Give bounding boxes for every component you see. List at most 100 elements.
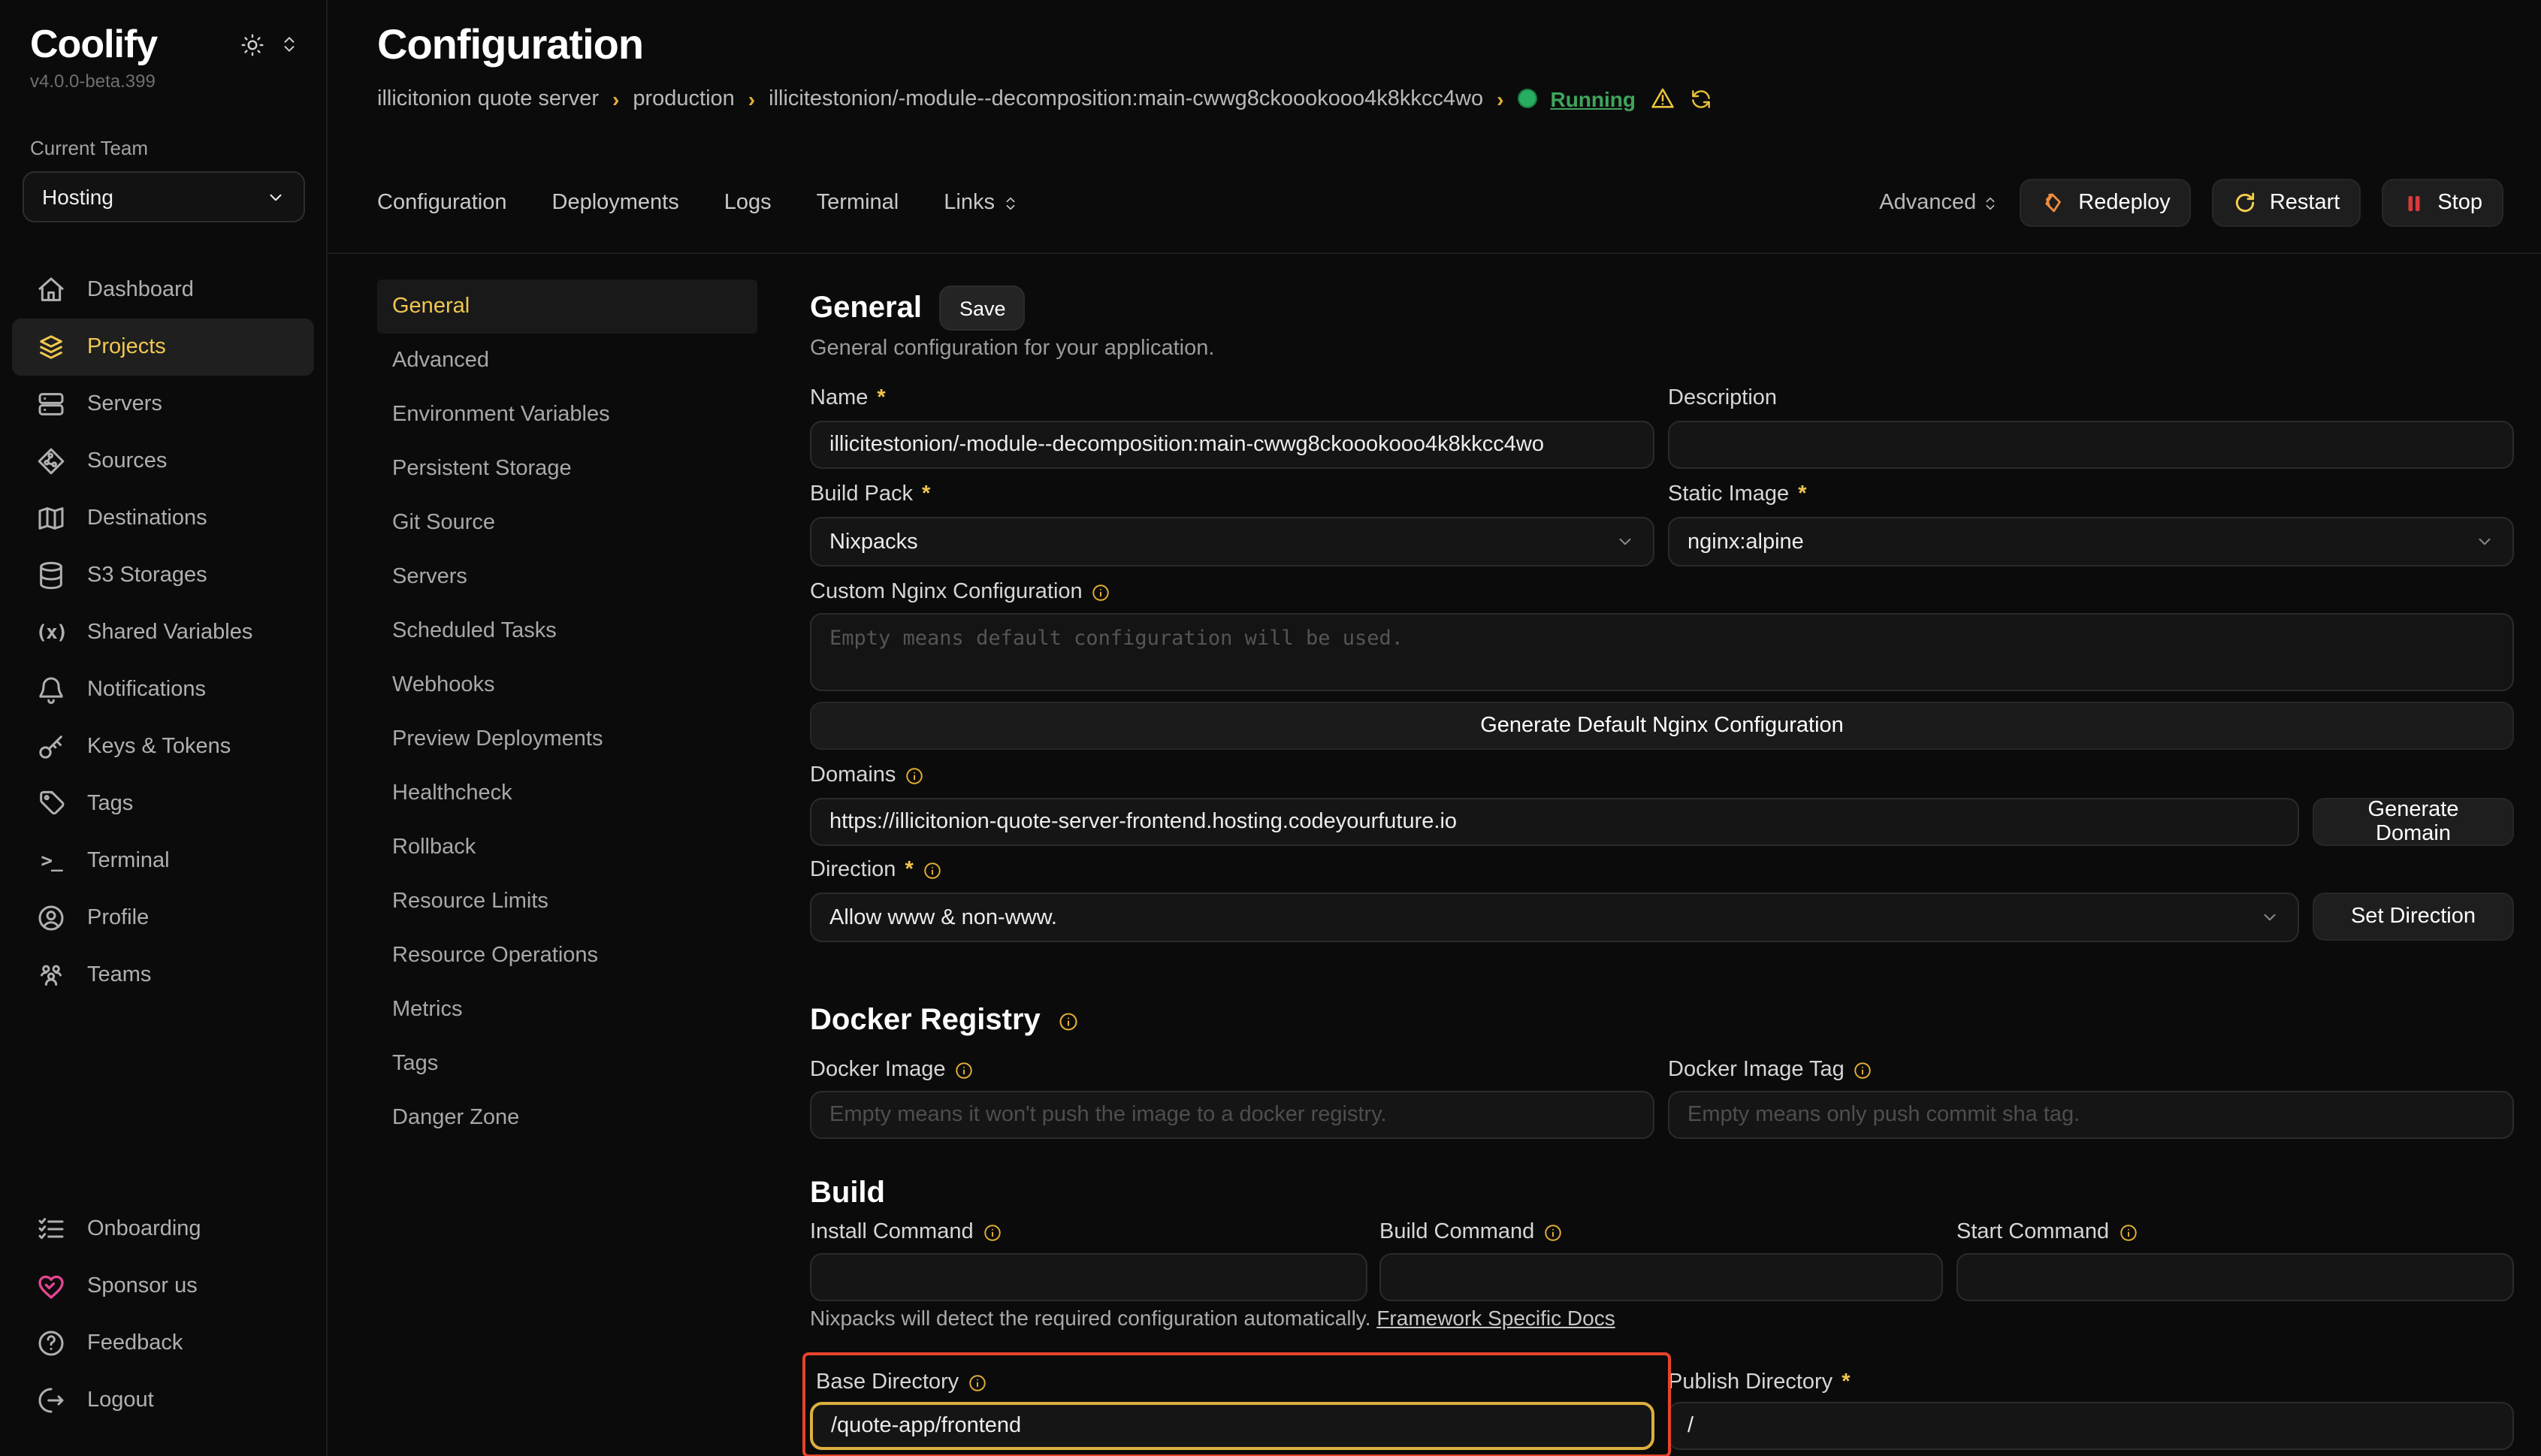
tab-deployments[interactable]: Deployments (552, 191, 679, 215)
chevron-down-icon (266, 187, 286, 207)
static-image-select[interactable]: nginx:alpine (1668, 517, 2514, 566)
sidebar-item-s3-storages[interactable]: S3 Storages (12, 547, 314, 604)
subnav-resource-operations[interactable]: Resource Operations (377, 929, 757, 983)
install-command-input[interactable] (810, 1253, 1367, 1301)
subnav-healthcheck[interactable]: Healthcheck (377, 766, 757, 820)
tag-icon (36, 789, 66, 819)
info-icon[interactable] (2118, 1222, 2138, 1242)
subnav-danger-zone[interactable]: Danger Zone (377, 1091, 757, 1145)
info-icon[interactable] (983, 1222, 1002, 1242)
refresh-status-icon[interactable] (1688, 86, 1712, 110)
sidebar-item-label: Sources (87, 449, 167, 473)
redeploy-label: Redeploy (2078, 191, 2171, 215)
tab-configuration[interactable]: Configuration (377, 191, 507, 215)
generate-domain-button[interactable]: Generate Domain (2313, 798, 2514, 846)
info-icon[interactable] (1092, 582, 1111, 602)
breadcrumb-resource[interactable]: illicitestonion/-module--decomposition:m… (769, 86, 1483, 110)
git-source-icon (36, 446, 66, 476)
docker-registry-heading: Docker Registry (810, 1004, 1041, 1038)
subnav-persistent-storage[interactable]: Persistent Storage (377, 442, 757, 496)
sidebar-item-label: Profile (87, 906, 149, 930)
sidebar-item-keys-tokens[interactable]: Keys & Tokens (12, 718, 314, 775)
info-icon[interactable] (923, 860, 942, 880)
direction-select[interactable]: Allow www & non-www. (810, 893, 2299, 942)
info-icon[interactable] (905, 766, 924, 785)
docker-image-input[interactable] (810, 1091, 1654, 1139)
domains-input[interactable] (810, 798, 2299, 846)
tab-terminal[interactable]: Terminal (817, 191, 899, 215)
version-selector-icon[interactable] (279, 35, 299, 54)
subnav-servers[interactable]: Servers (377, 550, 757, 604)
sidebar-item-destinations[interactable]: Destinations (12, 490, 314, 547)
advanced-selector[interactable]: Advanced (1879, 191, 1999, 215)
breadcrumb-project[interactable]: illicitonion quote server (377, 86, 599, 110)
subnav-general[interactable]: General (377, 279, 757, 334)
sidebar-item-shared-variables[interactable]: (x) Shared Variables (12, 604, 314, 661)
tab-logs[interactable]: Logs (724, 191, 772, 215)
stop-button[interactable]: Stop (2382, 179, 2503, 227)
sidebar-item-sources[interactable]: Sources (12, 433, 314, 490)
nixpacks-note: Nixpacks will detect the required config… (810, 1306, 1615, 1330)
user-circle-icon (36, 903, 66, 933)
info-icon[interactable] (1543, 1222, 1563, 1242)
sidebar-item-servers[interactable]: Servers (12, 376, 314, 433)
subnav-environment-variables[interactable]: Environment Variables (377, 388, 757, 442)
sidebar-item-label: Dashboard (87, 278, 194, 302)
description-input[interactable] (1668, 421, 2514, 469)
subnav-scheduled-tasks[interactable]: Scheduled Tasks (377, 604, 757, 658)
sidebar-item-label: Onboarding (87, 1217, 201, 1241)
info-icon[interactable] (968, 1373, 987, 1392)
subnav-resource-limits[interactable]: Resource Limits (377, 875, 757, 929)
custom-nginx-label: Custom Nginx Configuration (810, 580, 1111, 604)
subnav-advanced[interactable]: Advanced (377, 334, 757, 388)
sidebar-item-feedback[interactable]: Feedback (12, 1315, 314, 1372)
general-heading: General (810, 291, 922, 325)
subnav-tags[interactable]: Tags (377, 1037, 757, 1091)
set-direction-button[interactable]: Set Direction (2313, 893, 2514, 941)
start-command-input[interactable] (1956, 1253, 2514, 1301)
subnav-webhooks[interactable]: Webhooks (377, 658, 757, 712)
redeploy-button[interactable]: Redeploy (2020, 179, 2192, 227)
breadcrumb-separator-icon: › (748, 86, 755, 110)
subnav-metrics[interactable]: Metrics (377, 983, 757, 1037)
status-running-link[interactable]: Running (1550, 86, 1636, 110)
info-icon[interactable] (1059, 1010, 1080, 1032)
build-pack-value: Nixpacks (829, 530, 918, 554)
sidebar-item-label: Tags (87, 792, 133, 816)
sidebar-item-label: Teams (87, 963, 151, 987)
publish-directory-input[interactable] (1668, 1402, 2514, 1450)
save-button[interactable]: Save (940, 285, 1026, 331)
generate-nginx-button[interactable]: Generate Default Nginx Configuration (810, 702, 2514, 750)
app-logo[interactable]: Coolify (30, 21, 157, 68)
info-icon[interactable] (1854, 1060, 1873, 1080)
docker-image-label: Docker Image (810, 1058, 974, 1082)
sidebar-item-profile[interactable]: Profile (12, 890, 314, 947)
docker-image-tag-input[interactable] (1668, 1091, 2514, 1139)
custom-nginx-textarea[interactable] (810, 613, 2514, 691)
subnav-rollback[interactable]: Rollback (377, 820, 757, 875)
tab-links[interactable]: Links (944, 191, 1019, 215)
subnav-preview-deployments[interactable]: Preview Deployments (377, 712, 757, 766)
sidebar-item-projects[interactable]: Projects (12, 319, 314, 376)
build-pack-select[interactable]: Nixpacks (810, 517, 1654, 566)
sidebar-item-onboarding[interactable]: Onboarding (12, 1201, 314, 1258)
build-command-input[interactable] (1379, 1253, 1943, 1301)
breadcrumb-environment[interactable]: production (633, 86, 734, 110)
team-select[interactable]: Hosting (23, 171, 305, 222)
sidebar-item-notifications[interactable]: Notifications (12, 661, 314, 718)
name-input[interactable] (810, 421, 1654, 469)
sidebar-item-sponsor-us[interactable]: Sponsor us (12, 1258, 314, 1315)
theme-toggle-sun-icon[interactable] (240, 32, 264, 56)
subnav-git-source[interactable]: Git Source (377, 496, 757, 550)
sidebar-item-dashboard[interactable]: Dashboard (12, 261, 314, 319)
restart-button[interactable]: Restart (2213, 179, 2361, 227)
sidebar-item-teams[interactable]: Teams (12, 947, 314, 1004)
sidebar-item-tags[interactable]: Tags (12, 775, 314, 832)
sidebar-item-logout[interactable]: Logout (12, 1372, 314, 1429)
database-icon (36, 560, 66, 591)
sidebar-item-terminal[interactable]: >_ Terminal (12, 832, 314, 890)
base-directory-input[interactable] (810, 1402, 1654, 1450)
framework-docs-link[interactable]: Framework Specific Docs (1376, 1306, 1615, 1330)
info-icon[interactable] (955, 1060, 974, 1080)
warning-triangle-icon[interactable] (1649, 86, 1675, 111)
